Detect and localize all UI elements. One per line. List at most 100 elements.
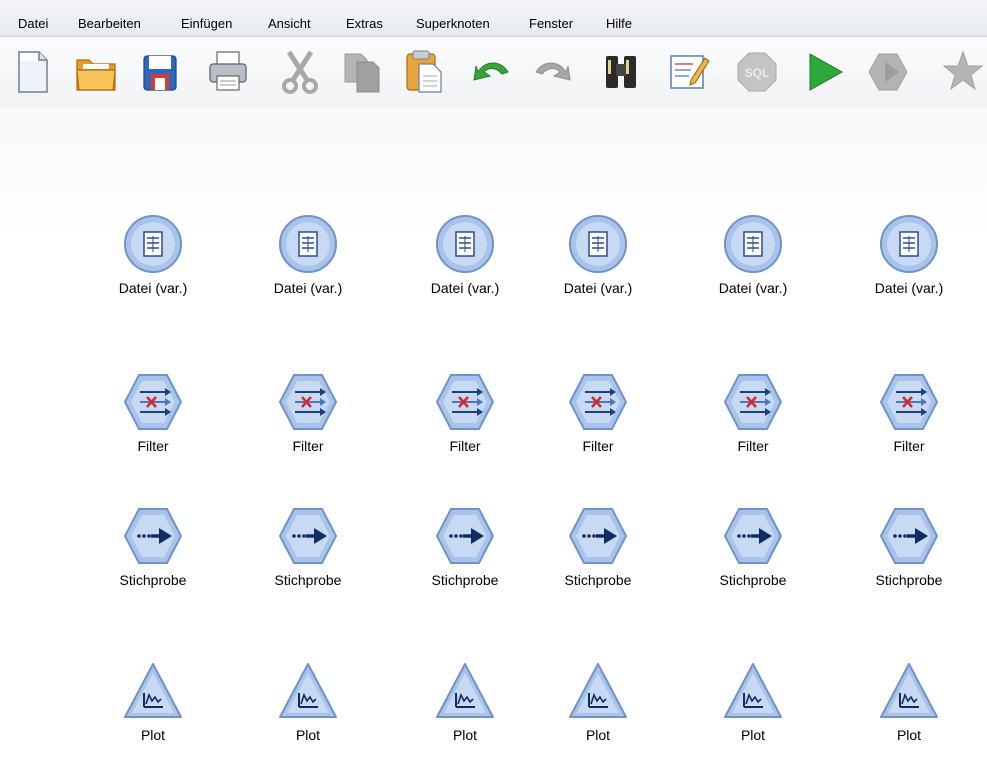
plot-node-icon [124,663,182,718]
node-datei-var-3[interactable]: Datei (var.) [410,214,520,296]
cut-icon [282,50,318,94]
node-filter-5[interactable]: Filter [698,372,808,454]
node-plot-2[interactable]: Plot [253,661,363,743]
node-datei-var-1[interactable]: Datei (var.) [98,214,208,296]
menu-ansicht[interactable]: Ansicht [268,16,311,31]
node-datei-var-5[interactable]: Datei (var.) [698,214,808,296]
node-plot-1[interactable]: Plot [98,661,208,743]
node-filter-3[interactable]: Filter [410,372,520,454]
node-label: Datei (var.) [430,280,500,296]
undo-button[interactable] [468,42,514,98]
run-button[interactable] [800,42,846,98]
menu-bearbeiten[interactable]: Bearbeiten [78,16,141,31]
open-folder-icon [76,59,116,91]
node-label: Datei (var.) [718,280,788,296]
node-stichprobe-2[interactable]: Stichprobe [253,506,363,588]
run-icon [809,53,844,91]
datei-node-icon [279,215,337,273]
plot-node-icon [880,663,938,718]
print-button[interactable] [205,42,251,98]
stichprobe-node-icon [879,508,939,564]
save-button[interactable] [137,42,183,98]
stichprobe-node-icon [568,508,628,564]
filter-node-icon [435,374,495,430]
plot-node-icon [724,663,782,718]
filter-node-icon [723,374,783,430]
node-stichprobe-5[interactable]: Stichprobe [698,506,808,588]
node-label: Stichprobe [274,572,342,588]
node-label: Datei (var.) [563,280,633,296]
toolbar: SQL [0,37,987,107]
paste-icon [406,50,442,93]
node-label: Plot [452,727,478,743]
plot-node-icon [569,663,627,718]
node-label: Filter [737,438,769,454]
menu-hilfe[interactable]: Hilfe [606,16,632,31]
copy-button[interactable] [339,42,385,98]
datei-node-icon [436,215,494,273]
node-plot-5[interactable]: Plot [698,661,808,743]
redo-button[interactable] [530,42,576,98]
redo-icon [535,62,571,81]
datei-node-icon [724,215,782,273]
sql-button[interactable]: SQL [734,42,780,98]
node-datei-var-4[interactable]: Datei (var.) [543,214,653,296]
node-plot-6[interactable]: Plot [854,661,964,743]
undo-icon [473,62,509,81]
node-label: Filter [582,438,614,454]
node-label: Filter [137,438,169,454]
star-button[interactable] [940,42,986,98]
datei-node-icon [569,215,627,273]
new-document-icon [18,51,48,93]
node-label: Datei (var.) [874,280,944,296]
open-button[interactable] [73,42,119,98]
node-label: Filter [449,438,481,454]
node-plot-4[interactable]: Plot [543,661,653,743]
node-label: Stichprobe [875,572,943,588]
stichprobe-node-icon [123,508,183,564]
paste-button[interactable] [401,42,447,98]
node-stichprobe-4[interactable]: Stichprobe [543,506,653,588]
node-label: Datei (var.) [118,280,188,296]
menu-datei[interactable]: Datei [18,16,48,31]
node-label: Plot [140,727,166,743]
stichprobe-node-icon [723,508,783,564]
node-label: Plot [585,727,611,743]
cut-button[interactable] [277,42,323,98]
filter-node-icon [568,374,628,430]
node-label: Stichprobe [431,572,499,588]
node-stichprobe-3[interactable]: Stichprobe [410,506,520,588]
node-datei-var-2[interactable]: Datei (var.) [253,214,363,296]
edit-button[interactable] [665,42,711,98]
node-filter-1[interactable]: Filter [98,372,208,454]
binoculars-icon [606,56,636,88]
node-label: Filter [292,438,324,454]
menu-superknoten[interactable]: Superknoten [416,16,490,31]
datei-node-icon [124,215,182,273]
new-document-button[interactable] [9,42,55,98]
run-selection-button[interactable] [863,42,909,98]
find-button[interactable] [598,42,644,98]
menu-fenster[interactable]: Fenster [529,16,573,31]
menu-extras[interactable]: Extras [346,16,383,31]
node-datei-var-6[interactable]: Datei (var.) [854,214,964,296]
save-icon [143,55,177,91]
node-stichprobe-6[interactable]: Stichprobe [854,506,964,588]
copy-icon [344,53,380,93]
edit-icon [670,55,710,89]
stichprobe-node-icon [278,508,338,564]
node-label: Plot [295,727,321,743]
filter-node-icon [278,374,338,430]
menu-einfuegen[interactable]: Einfügen [181,16,232,31]
node-filter-4[interactable]: Filter [543,372,653,454]
stichprobe-node-icon [435,508,495,564]
node-filter-2[interactable]: Filter [253,372,363,454]
node-filter-6[interactable]: Filter [854,372,964,454]
node-label: Stichprobe [119,572,187,588]
node-stichprobe-1[interactable]: Stichprobe [98,506,208,588]
filter-node-icon [123,374,183,430]
menu-bar: Datei Bearbeiten Einfügen Ansicht Extras… [0,0,987,37]
run-selection-icon [868,53,908,91]
filter-node-icon [879,374,939,430]
node-plot-3[interactable]: Plot [410,661,520,743]
